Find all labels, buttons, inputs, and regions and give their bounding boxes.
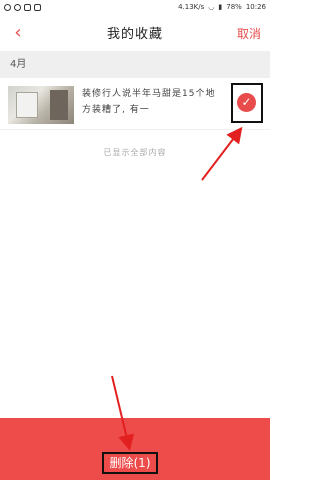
thumbnail-shelf-detail [50,90,68,120]
top-nav-bar: ‹ 我的收藏 取消 [0,14,270,52]
image-icon [34,3,41,11]
notification-icon [14,3,21,11]
battery-level: 78% [226,3,242,11]
notification-icon [4,3,11,11]
checkmark-icon[interactable]: ✓ [237,93,256,112]
cancel-button[interactable]: 取消 [237,25,261,42]
delete-button[interactable]: 删除(1) [102,452,158,474]
notification-icon [24,3,31,11]
thumbnail-window-detail [16,92,38,118]
section-header-month: 4月 [0,52,270,78]
clock: 10:26 [245,3,266,11]
article-thumbnail [8,86,74,124]
page-title: 我的收藏 [106,27,163,42]
list-item[interactable]: 装修行人说半年马甜是15个地方装糟了, 有一 [0,78,270,130]
article-title: 装修行人说半年马甜是15个地方装糟了, 有一 [82,89,216,115]
chevron-left-icon[interactable]: ‹ [8,23,28,43]
signal-icon: ▮ [218,3,223,11]
network-speed: 4.13K/s [178,3,205,11]
wifi-icon: ◡ [208,3,215,11]
status-bar: 4.13K/s ◡ ▮ 78% 10:26 [0,0,270,14]
all-content-shown-note: 已显示全部内容 [103,148,167,157]
status-right: 4.13K/s ◡ ▮ 78% 10:26 [178,3,266,11]
status-left-icons [4,3,41,11]
